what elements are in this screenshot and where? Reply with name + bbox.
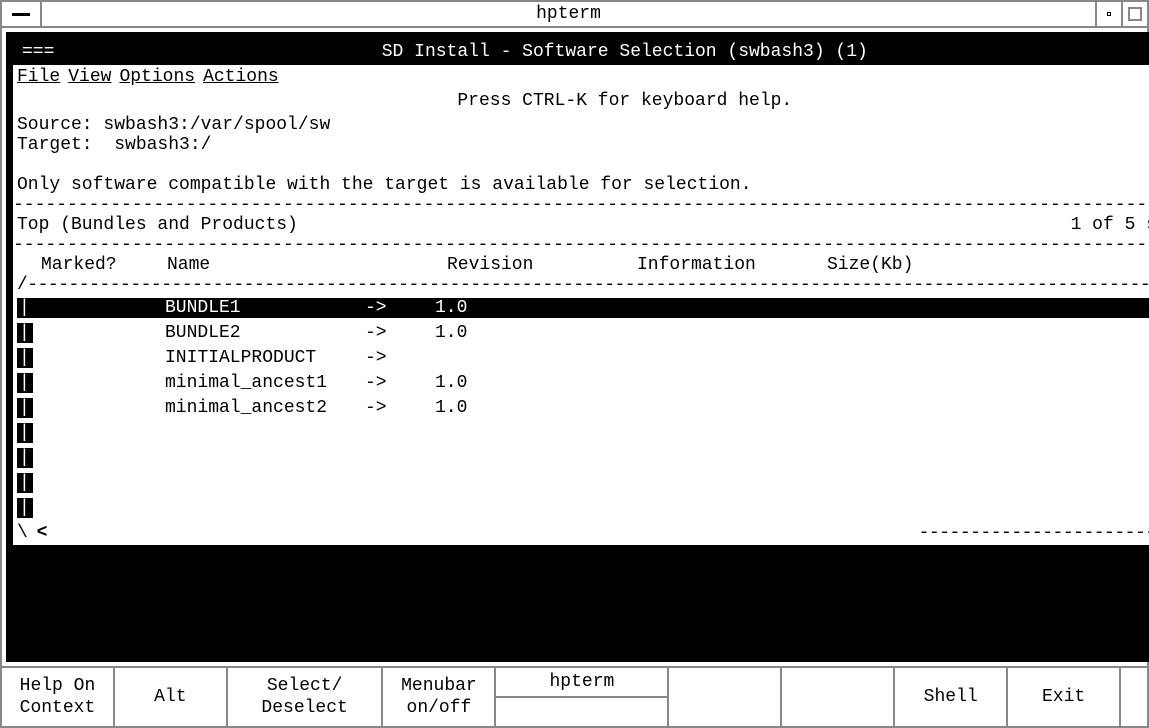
fn-select-deselect[interactable]: Select/Deselect xyxy=(228,668,384,726)
app-titlebar: === SD Install - Software Selection (swb… xyxy=(12,40,1149,64)
cell-name: minimal_ancest1 xyxy=(165,373,365,393)
fn-alt[interactable]: Alt xyxy=(115,668,228,726)
table-row: | xyxy=(17,470,1149,495)
fn-blank[interactable] xyxy=(496,698,667,726)
row-border: | xyxy=(17,423,33,443)
fn-help-on-context[interactable]: Help OnContext xyxy=(2,668,115,726)
col-marked: Marked? xyxy=(17,255,167,275)
cell-name: BUNDLE1 xyxy=(165,298,365,318)
col-information: Information xyxy=(637,255,827,275)
cell-revision: 1.0 xyxy=(435,398,615,418)
cell-revision xyxy=(435,348,615,368)
divider: ----------------------------------------… xyxy=(13,195,1149,215)
fn-menubar-toggle[interactable]: Menubaron/off xyxy=(383,668,496,726)
cell-arrow: -> xyxy=(365,398,435,418)
fn-blank[interactable] xyxy=(1121,668,1147,726)
divider: ----------------------------------------… xyxy=(13,235,1149,255)
fn-exit[interactable]: Exit xyxy=(1008,668,1121,726)
column-headers: Marked? Name Revision Information Size(K… xyxy=(13,255,1149,275)
cell-info xyxy=(615,348,1149,368)
table-row[interactable]: |minimal_ancest1->1.01 xyxy=(17,370,1149,395)
row-border: | xyxy=(17,498,33,518)
fn-shell[interactable]: Shell xyxy=(895,668,1008,726)
window-menu-button[interactable] xyxy=(2,2,42,26)
row-border: | xyxy=(17,398,33,418)
cell-info xyxy=(615,398,1149,418)
cell-arrow: -> xyxy=(365,323,435,343)
cell-marked xyxy=(37,323,165,343)
menu-view[interactable]: View xyxy=(68,67,111,87)
table-row[interactable]: |BUNDLE1->1.01 xyxy=(17,295,1149,320)
corner: \ xyxy=(17,523,33,543)
section-title: Top (Bundles and Products) xyxy=(17,215,1071,235)
window-frame: hpterm === SD Install - Software Selecti… xyxy=(0,0,1149,728)
square-icon xyxy=(1128,7,1142,21)
menu-file[interactable]: File xyxy=(17,67,60,87)
cell-arrow: -> xyxy=(365,298,435,318)
compat-line: Only software compatible with the target… xyxy=(17,175,1149,195)
col-revision: Revision xyxy=(447,255,637,275)
row-border: | xyxy=(17,373,33,393)
blank-line xyxy=(17,155,1149,175)
col-name: Name xyxy=(167,255,447,275)
hscroll-track-dashes: ------------------------------------ xyxy=(919,523,1149,543)
dash-icon xyxy=(12,13,30,16)
window-title: hpterm xyxy=(42,2,1095,26)
cell-marked xyxy=(37,398,165,418)
minimize-button[interactable] xyxy=(1095,2,1121,26)
cell-revision: 1.0 xyxy=(435,298,615,318)
cell-marked xyxy=(37,348,165,368)
row-border: | xyxy=(17,473,33,493)
cell-name: minimal_ancest2 xyxy=(165,398,365,418)
maximize-button[interactable] xyxy=(1121,2,1147,26)
cell-info xyxy=(615,373,1149,393)
fn-blank[interactable] xyxy=(669,668,782,726)
cell-marked xyxy=(37,298,165,318)
menu-actions[interactable]: Actions xyxy=(203,67,279,87)
cell-revision: 1.0 xyxy=(435,373,615,393)
menubar: File View Options Actions Help xyxy=(13,65,1149,89)
cell-info xyxy=(615,323,1149,343)
table-row[interactable]: |BUNDLE2->1.01 xyxy=(17,320,1149,345)
cell-revision: 1.0 xyxy=(435,323,615,343)
scroll-left-icon[interactable]: < xyxy=(33,523,51,543)
fn-blank[interactable] xyxy=(782,668,895,726)
table-row[interactable]: |INITIALPRODUCT->1 xyxy=(17,345,1149,370)
cell-arrow: -> xyxy=(365,348,435,368)
cell-info xyxy=(615,298,1149,318)
row-border: | xyxy=(17,323,33,343)
fn-hpterm[interactable]: hpterm xyxy=(496,668,667,698)
window-titlebar: hpterm xyxy=(2,2,1147,28)
source-line: Source: swbash3:/var/spool/sw xyxy=(17,115,1149,135)
target-line: Target: swbash3:/ xyxy=(17,135,1149,155)
function-keys: Help OnContext Alt Select/Deselect Menub… xyxy=(2,666,1147,726)
row-border: | xyxy=(17,348,33,368)
selection-count: 1 of 5 selected xyxy=(1071,215,1149,235)
menu-options[interactable]: Options xyxy=(119,67,195,87)
cell-name: INITIALPRODUCT xyxy=(165,348,365,368)
cell-marked xyxy=(37,373,165,393)
col-size: Size(Kb) xyxy=(827,255,1149,275)
dot-icon xyxy=(1107,12,1111,16)
app-prefix: === xyxy=(22,42,82,62)
cell-arrow: -> xyxy=(365,373,435,393)
table-row: | xyxy=(17,445,1149,470)
table-row: | xyxy=(17,420,1149,445)
table-top-border: /---------------------------------------… xyxy=(17,275,1149,295)
row-border: | xyxy=(17,448,33,468)
software-list: |BUNDLE1->1.01|BUNDLE2->1.01|INITIALPROD… xyxy=(17,295,1149,520)
row-border: | xyxy=(17,298,33,318)
terminal: === SD Install - Software Selection (swb… xyxy=(6,32,1149,662)
keyboard-hint: Press CTRL-K for keyboard help. xyxy=(13,89,1149,115)
table-row: | xyxy=(17,495,1149,520)
cell-name: BUNDLE2 xyxy=(165,323,365,343)
app-title: SD Install - Software Selection (swbash3… xyxy=(82,42,1149,62)
table-row[interactable]: |minimal_ancest2->1.01 xyxy=(17,395,1149,420)
